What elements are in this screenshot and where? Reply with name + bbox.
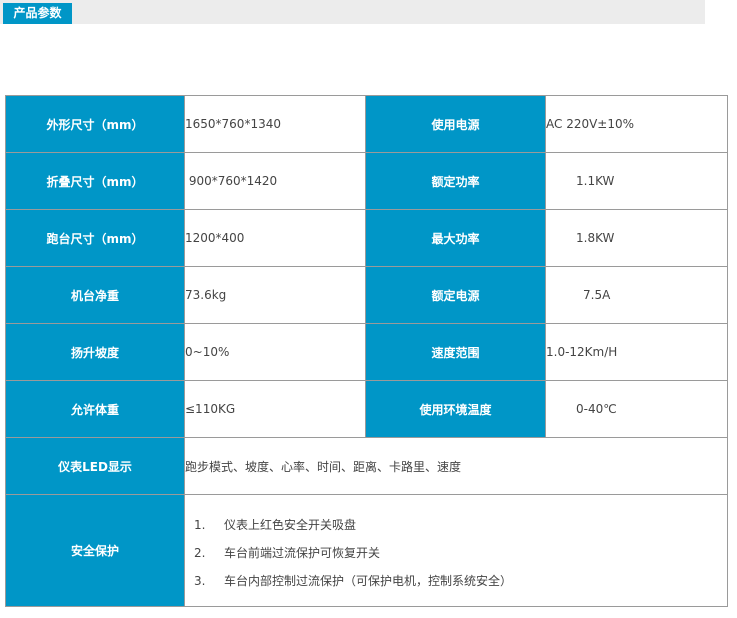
- section-tab-product-params[interactable]: 产品参数: [3, 3, 72, 24]
- spec-label: 跑台尺寸（mm）: [5, 209, 185, 267]
- section-header-bar: 产品参数: [0, 0, 705, 24]
- spec-label-display: 仪表LED显示: [5, 437, 185, 495]
- spec-value: 1650*760*1340: [184, 95, 366, 153]
- spec-value: 73.6kg: [184, 266, 366, 324]
- list-item: 3. 车台内部控制过流保护（可保护电机，控制系统安全）: [194, 574, 513, 588]
- spec-label: 额定电源: [365, 266, 546, 324]
- list-item: 2. 车台前端过流保护可恢复开关: [194, 546, 381, 560]
- protection-list: 1. 仪表上红色安全开关吸盘 2. 车台前端过流保护可恢复开关 3. 车台内部控制过流…: [185, 495, 727, 595]
- spec-label: 扬升坡度: [5, 323, 185, 381]
- list-item: 1. 仪表上红色安全开关吸盘: [194, 518, 357, 532]
- spec-label: 允许体重: [5, 380, 185, 438]
- spec-label: 额定功率: [365, 152, 546, 210]
- spec-value: 0-40℃: [545, 380, 728, 438]
- protection-list-cell: 1. 仪表上红色安全开关吸盘 2. 车台前端过流保护可恢复开关 3. 车台内部控制过流…: [184, 494, 728, 607]
- spec-label-protection: 安全保护: [5, 494, 185, 607]
- spec-value: 1.0-12Km/H: [545, 323, 728, 381]
- spec-value: 1200*400: [184, 209, 366, 267]
- table-row: 外形尺寸（mm） 1650*760*1340 使用电源 AC 220V±10%: [5, 95, 728, 153]
- spec-label: 最大功率: [365, 209, 546, 267]
- table-row: 安全保护 1. 仪表上红色安全开关吸盘 2. 车台前端过流保护可恢复开关 3. 车台内…: [5, 494, 728, 607]
- spec-label: 使用电源: [365, 95, 546, 153]
- spec-value: 900*760*1420: [184, 152, 366, 210]
- table-row: 折叠尺寸（mm） 900*760*1420 额定功率 1.1KW: [5, 152, 728, 210]
- spec-label: 折叠尺寸（mm）: [5, 152, 185, 210]
- spec-value: 7.5A: [545, 266, 728, 324]
- spec-value: 0~10%: [184, 323, 366, 381]
- table-row: 仪表LED显示 跑步模式、坡度、心率、时间、距离、卡路里、速度: [5, 437, 728, 495]
- spec-value: 1.8KW: [545, 209, 728, 267]
- spec-value: AC 220V±10%: [545, 95, 728, 153]
- spec-value-display: 跑步模式、坡度、心率、时间、距离、卡路里、速度: [184, 437, 728, 495]
- table-row: 机台净重 73.6kg 额定电源 7.5A: [5, 266, 728, 324]
- spec-label: 使用环境温度: [365, 380, 546, 438]
- table-row: 跑台尺寸（mm） 1200*400 最大功率 1.8KW: [5, 209, 728, 267]
- table-row: 扬升坡度 0~10% 速度范围 1.0-12Km/H: [5, 323, 728, 381]
- spec-value: ≤110KG: [184, 380, 366, 438]
- spec-label: 外形尺寸（mm）: [5, 95, 185, 153]
- spec-table: 外形尺寸（mm） 1650*760*1340 使用电源 AC 220V±10% …: [5, 95, 728, 607]
- spec-label: 速度范围: [365, 323, 546, 381]
- spec-value: 1.1KW: [545, 152, 728, 210]
- spec-label: 机台净重: [5, 266, 185, 324]
- table-row: 允许体重 ≤110KG 使用环境温度 0-40℃: [5, 380, 728, 438]
